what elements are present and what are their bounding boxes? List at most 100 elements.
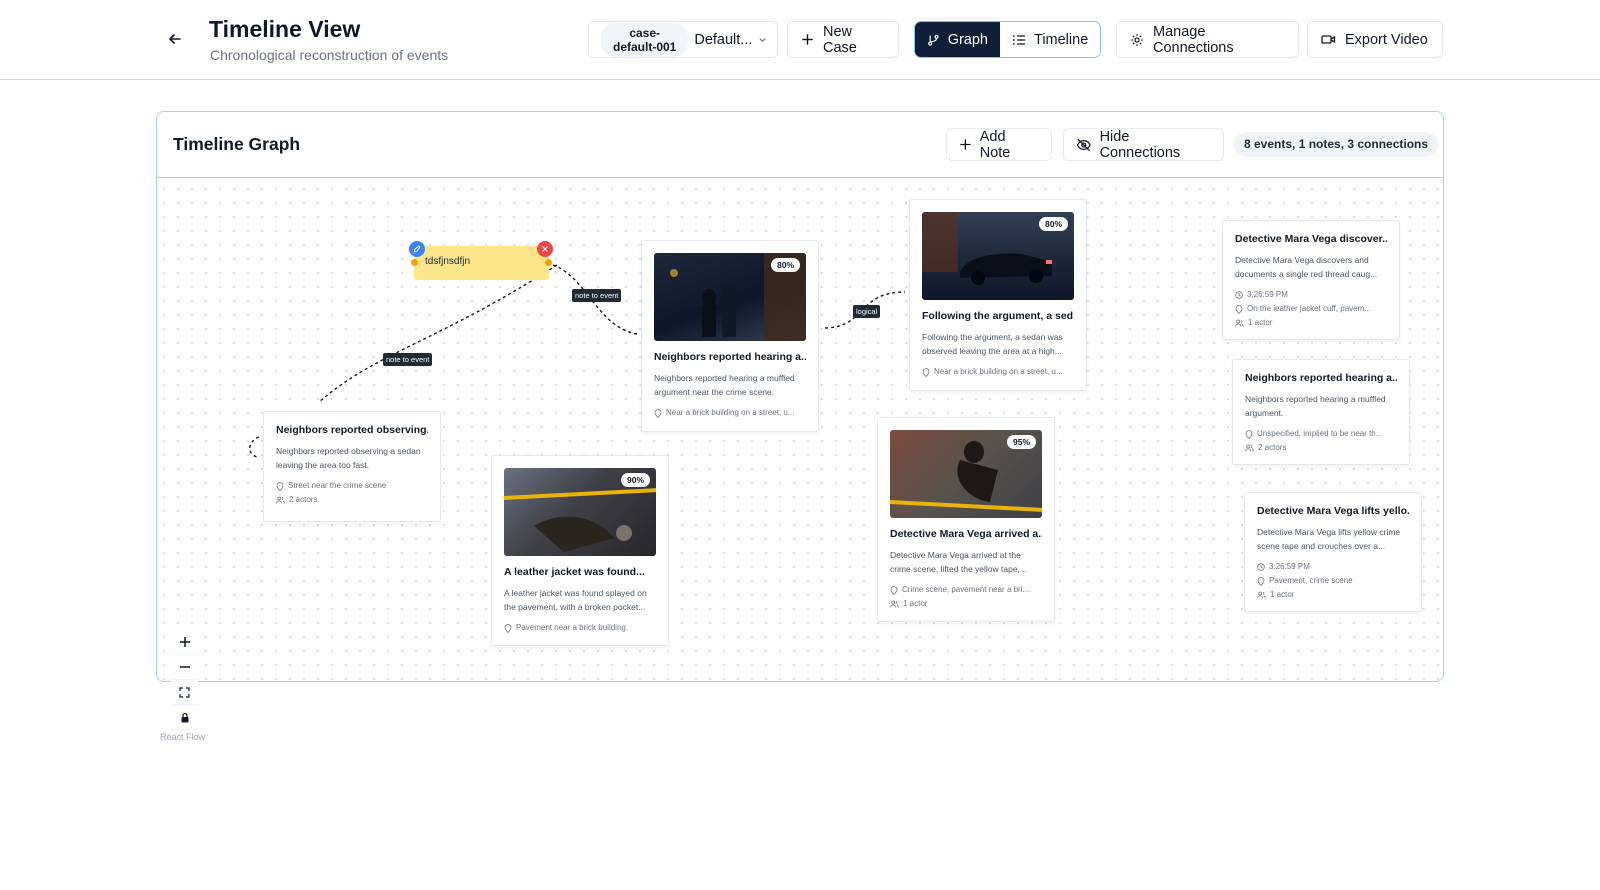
users-icon	[890, 600, 899, 608]
back-button[interactable]	[162, 26, 188, 52]
event-title: Detective Mara Vega lifts yello...	[1257, 505, 1409, 517]
event-card[interactable]: Neighbors reported observing... Neighbor…	[263, 411, 441, 522]
map-pin-icon	[1257, 576, 1265, 586]
edge-stub	[249, 436, 260, 458]
event-description: Neighbors reported observing a sedan lea…	[276, 446, 421, 470]
export-video-button[interactable]: Export Video	[1307, 21, 1443, 58]
event-title: Detective Mara Vega arrived a...	[890, 528, 1042, 540]
note-handle-left[interactable]	[411, 259, 418, 266]
event-card[interactable]: 95% Detective Mara Vega arrived a... Det…	[877, 417, 1055, 622]
event-actors: 2 actors	[1245, 441, 1397, 455]
zoom-out-button[interactable]	[171, 655, 198, 680]
fit-view-button[interactable]	[171, 680, 198, 705]
manage-connections-label: Manage Connections	[1153, 23, 1234, 56]
event-location: Pavement, crime scene	[1257, 574, 1409, 588]
export-video-label: Export Video	[1345, 31, 1428, 48]
event-location: Pavement near a brick building.	[504, 621, 656, 635]
flow-controls	[171, 630, 198, 730]
event-description: Detective Mara Vega lifts yellow crime s…	[1257, 527, 1401, 551]
map-pin-icon	[1245, 429, 1253, 439]
plus-icon	[802, 34, 813, 45]
manage-connections-button[interactable]: Manage Connections	[1116, 21, 1299, 58]
lock-icon	[181, 712, 188, 722]
tab-graph-label: Graph	[947, 31, 988, 48]
event-location: On the leather jacket cuff, pavem...	[1235, 302, 1387, 316]
react-flow-attribution[interactable]: React Flow	[160, 732, 205, 742]
pencil-icon	[413, 245, 421, 253]
event-title: Neighbors reported hearing a...	[654, 351, 806, 363]
note-handle-right[interactable]	[545, 259, 552, 266]
users-icon	[1257, 591, 1266, 599]
event-card[interactable]: Detective Mara Vega discover... Detectiv…	[1222, 220, 1400, 340]
top-header: Timeline View Chronological reconstructi…	[0, 0, 1600, 80]
event-image: 95%	[890, 430, 1042, 518]
arrow-left-icon	[169, 34, 181, 44]
map-pin-icon	[1235, 304, 1243, 314]
tab-timeline-label: Timeline	[1034, 31, 1089, 48]
event-image: 90%	[504, 468, 656, 556]
event-description: A leather jacket was found splayed on th…	[504, 588, 647, 612]
confidence-badge: 80%	[770, 258, 800, 272]
event-card[interactable]: Detective Mara Vega lifts yello... Detec…	[1244, 492, 1422, 612]
map-pin-icon	[654, 408, 662, 418]
event-location: Street near the crime scene	[276, 479, 428, 493]
event-card[interactable]: Neighbors reported hearing a... Neighbor…	[1232, 359, 1410, 465]
edit-note-button[interactable]	[409, 241, 425, 257]
edge-label[interactable]: logical	[853, 305, 881, 318]
event-location: Crime scene, pavement near a bri...	[890, 583, 1042, 597]
git-branch-icon	[928, 34, 939, 46]
event-time: 3:26:59 PM	[1257, 560, 1409, 574]
event-actors: 1 actor	[1235, 316, 1387, 330]
event-location: Unspecified, implied to be near th...	[1245, 427, 1397, 441]
event-description: Neighbors reported hearing a muffled arg…	[654, 373, 795, 397]
users-icon	[276, 496, 285, 504]
map-pin-icon	[890, 585, 898, 595]
confidence-badge: 90%	[620, 473, 650, 487]
page-title: Timeline View	[209, 16, 361, 42]
event-title: Detective Mara Vega discover...	[1235, 233, 1387, 245]
event-title: Neighbors reported observing...	[276, 424, 428, 436]
event-location: Near a brick building on a street, u...	[922, 365, 1074, 379]
lock-button[interactable]	[171, 705, 198, 730]
map-pin-icon	[504, 623, 512, 633]
page-subtitle: Chronological reconstruction of events	[210, 47, 449, 63]
delete-note-button[interactable]	[537, 241, 553, 257]
edge-label[interactable]: note to event	[383, 353, 433, 366]
close-icon	[542, 246, 548, 252]
new-case-label: New Case	[823, 23, 857, 56]
edge-label[interactable]: note to event	[572, 289, 622, 302]
chevron-down-icon	[759, 38, 767, 43]
tab-timeline[interactable]: Timeline	[1000, 22, 1100, 57]
event-card[interactable]: 90% A leather jacket was found... A leat…	[491, 455, 669, 646]
confidence-badge: 80%	[1038, 217, 1068, 231]
map-pin-icon	[276, 481, 284, 491]
minus-icon	[179, 666, 190, 668]
confidence-badge: 95%	[1006, 435, 1036, 449]
case-name: Default...	[694, 31, 753, 48]
note-node[interactable]: tdsfjnsdfjn	[409, 241, 553, 280]
event-actors: 2 actors	[276, 493, 428, 507]
event-card[interactable]: 80% Neighbors reported hearing a... Neig…	[641, 240, 819, 432]
map-pin-icon	[922, 367, 930, 377]
event-image: 80%	[654, 253, 806, 341]
event-description: Detective Mara Vega discovers and docume…	[1235, 255, 1378, 279]
video-icon	[1321, 35, 1336, 44]
clock-icon	[1235, 291, 1243, 299]
case-select[interactable]: case- default-001 Default...	[588, 21, 778, 58]
event-description: Neighbors reported hearing a muffled arg…	[1245, 394, 1386, 418]
users-icon	[1245, 444, 1254, 452]
edge-note-to-event-1	[318, 264, 558, 403]
timeline-graph-panel: Timeline Graph Add Note Hide Connections…	[156, 111, 1444, 682]
event-description: Detective Mara Vega arrived at the crime…	[890, 550, 1028, 574]
case-id-badge: case- default-001	[601, 22, 689, 57]
tab-graph[interactable]: Graph	[915, 22, 1000, 57]
event-time: 3:26:59 PM	[1235, 288, 1387, 302]
fullscreen-icon	[179, 686, 190, 698]
event-card[interactable]: 80% Following the argument, a sed... Fol…	[909, 199, 1087, 391]
event-title: A leather jacket was found...	[504, 566, 645, 578]
users-icon	[1235, 319, 1244, 327]
event-actors: 1 actor	[890, 597, 1042, 611]
list-icon	[1012, 34, 1025, 45]
zoom-in-button[interactable]	[171, 630, 198, 655]
new-case-button[interactable]: New Case	[787, 21, 899, 58]
